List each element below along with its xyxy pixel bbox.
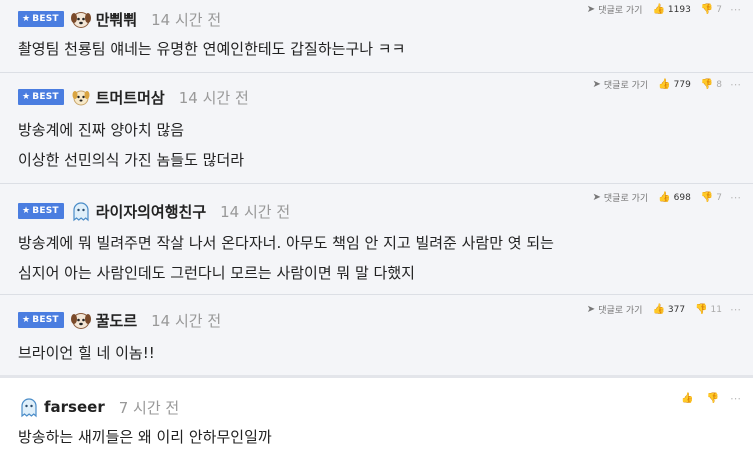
best-badge: ★ BEST [18, 203, 64, 219]
comment-line: 심지어 아는 사람인데도 그런다니 모르는 사람이면 뭐 말 다했지 [18, 264, 415, 282]
timestamp: 14 시간 전 [151, 311, 222, 330]
thumbs-down-icon: 👎 [700, 4, 714, 15]
dislike-button[interactable]: 👎 [707, 393, 722, 404]
comment-regular-1: farseer 7 시간 전 👍 👎 ⋯ 방송하는 새끼들은 왜 이리 안하무인… [0, 378, 753, 470]
best-badge: ★ BEST [18, 89, 64, 105]
reply-link[interactable]: ➤ 댓글로 가기 [587, 3, 643, 16]
thumbs-down-icon: 👎 [706, 393, 719, 404]
reply-arrow-icon: ➤ [592, 79, 601, 90]
comment-line: 브라이언 힐 네 이놈!! [18, 344, 155, 362]
ghost-avatar-icon[interactable] [18, 396, 40, 418]
dog-avatar-icon[interactable] [70, 86, 92, 108]
dislike-button[interactable]: 👎 11 [695, 304, 722, 315]
nickname[interactable]: 만뿨뿨 [96, 9, 137, 30]
dislike-button[interactable]: 👎 7 [701, 192, 722, 203]
like-button[interactable]: 👍 779 [658, 79, 691, 90]
thumbs-up-icon: 👍 [658, 192, 671, 203]
more-dots-icon[interactable]: ⋯ [730, 78, 741, 91]
star-icon: ★ [22, 14, 31, 24]
comment-best-2: ★ BEST 트머트머삼 14 시간 전 ➤ 댓글로 가기 👍 779 👎 8 ⋯ 방송… [0, 73, 753, 183]
reply-arrow-icon: ➤ [586, 304, 596, 315]
best-badge: ★ BEST [18, 11, 64, 27]
comment-line: 방송계에 진짜 양아치 많음 [18, 121, 185, 139]
like-button[interactable]: 👍 1193 [652, 4, 690, 15]
nickname[interactable]: 꿀도르 [96, 310, 137, 331]
thumbs-up-icon: 👍 [652, 4, 665, 15]
comment-body: 촬영팀 천룡팀 얘네는 유명한 연예인한테도 갑질하는구나 ㅋㅋ [18, 34, 405, 64]
nickname[interactable]: 트머트머삼 [96, 87, 165, 108]
timestamp: 14 시간 전 [151, 10, 222, 29]
comment-actions: ➤ 댓글로 가기 👍 698 👎 7 ⋯ [583, 191, 741, 204]
star-icon: ★ [22, 206, 31, 216]
thumbs-down-icon: 👎 [700, 79, 714, 90]
thumbs-down-icon: 👎 [700, 192, 714, 203]
comment-body: 방송계에 진짜 양아치 많음 이상한 선민의식 가진 놈들도 많더라 [18, 115, 244, 175]
comment-header: ★ BEST 라이자의여행친구 14 시간 전 [18, 198, 290, 224]
like-button[interactable]: 👍 698 [658, 192, 691, 203]
comment-line: 방송하는 새끼들은 왜 이리 안하무인일까 [18, 428, 272, 446]
comment-header: ★ BEST 만뿨뿨 14 시간 전 [18, 6, 221, 32]
like-button[interactable]: 👍 [681, 393, 696, 404]
comment-actions: 👍 👎 ⋯ [671, 392, 741, 405]
more-dots-icon[interactable]: ⋯ [730, 191, 741, 204]
more-dots-icon[interactable]: ⋯ [730, 3, 741, 16]
reply-link[interactable]: ➤ 댓글로 가기 [587, 303, 643, 316]
nickname[interactable]: farseer [44, 398, 105, 416]
comment-best-1: ★ BEST 만뿨뿨 14 시간 전 ➤ 댓글로 가기 👍 1193 👎 7 ⋯ 촬영팀… [0, 0, 753, 72]
dislike-button[interactable]: 👎 7 [701, 4, 722, 15]
comment-actions: ➤ 댓글로 가기 👍 377 👎 11 ⋯ [577, 303, 741, 316]
thumbs-up-icon: 👍 [658, 79, 671, 90]
comment-actions: ➤ 댓글로 가기 👍 1193 👎 7 ⋯ [577, 3, 741, 16]
comment-body: 방송하는 새끼들은 왜 이리 안하무인일까 [18, 422, 272, 452]
comment-header: farseer 7 시간 전 [18, 394, 179, 420]
thumbs-up-icon: 👍 [681, 393, 694, 404]
ghost-avatar-icon[interactable] [70, 200, 92, 222]
nickname[interactable]: 라이자의여행친구 [96, 201, 206, 222]
puppy-avatar-icon[interactable] [70, 8, 92, 30]
more-dots-icon[interactable]: ⋯ [730, 303, 741, 316]
comment-body: 브라이언 힐 네 이놈!! [18, 338, 155, 368]
reply-arrow-icon: ➤ [592, 192, 601, 203]
comment-body: 방송계에 뭐 빌려주면 작살 나서 온다자너. 아무도 책임 안 지고 빌려준 … [18, 228, 554, 288]
reply-link[interactable]: ➤ 댓글로 가기 [593, 191, 649, 204]
comment-header: ★ BEST 꿀도르 14 시간 전 [18, 307, 221, 333]
star-icon: ★ [22, 92, 31, 102]
like-button[interactable]: 👍 377 [652, 304, 685, 315]
more-dots-icon[interactable]: ⋯ [730, 392, 741, 405]
timestamp: 14 시간 전 [178, 88, 249, 107]
comment-header: ★ BEST 트머트머삼 14 시간 전 [18, 84, 249, 110]
thumbs-down-icon: 👎 [695, 304, 708, 315]
dislike-button[interactable]: 👎 8 [701, 79, 722, 90]
comment-best-3: ★ BEST 라이자의여행친구 14 시간 전 ➤ 댓글로 가기 👍 698 👎 7 ⋯… [0, 184, 753, 294]
timestamp: 14 시간 전 [220, 202, 291, 221]
thumbs-up-icon: 👍 [652, 304, 665, 315]
reply-link[interactable]: ➤ 댓글로 가기 [593, 78, 649, 91]
comment-line: 이상한 선민의식 가진 놈들도 많더라 [18, 151, 245, 169]
reply-arrow-icon: ➤ [586, 4, 596, 15]
comment-line: 촬영팀 천룡팀 얘네는 유명한 연예인한테도 갑질하는구나 ㅋㅋ [18, 40, 406, 58]
comment-actions: ➤ 댓글로 가기 👍 779 👎 8 ⋯ [583, 78, 741, 91]
comment-line: 방송계에 뭐 빌려주면 작살 나서 온다자너. 아무도 책임 안 지고 빌려준 … [18, 234, 554, 252]
comment-best-4: ★ BEST 꿀도르 14 시간 전 ➤ 댓글로 가기 👍 377 👎 11 ⋯ 브라이… [0, 295, 753, 375]
star-icon: ★ [22, 315, 31, 325]
timestamp: 7 시간 전 [118, 398, 180, 417]
puppy-avatar-icon[interactable] [70, 309, 92, 331]
best-badge: ★ BEST [18, 312, 64, 328]
